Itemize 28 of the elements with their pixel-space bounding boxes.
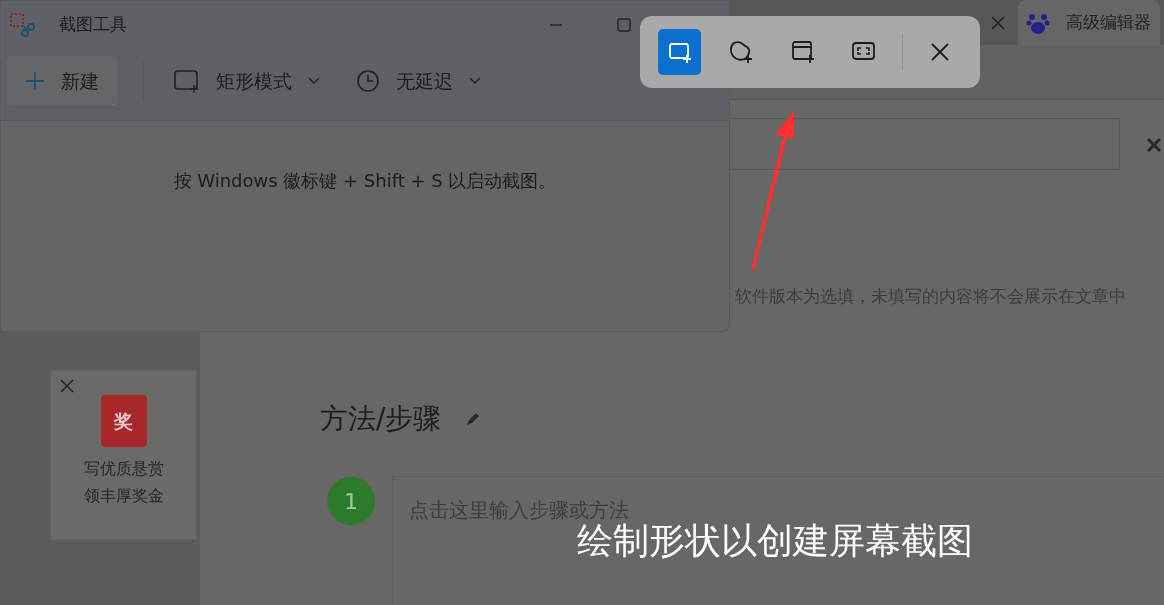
overlay-hint: 绘制形状以创建屏幕截图 xyxy=(577,520,973,563)
reward-text: 写优质悬赏 xyxy=(83,458,164,480)
rectangle-snip-icon xyxy=(174,69,200,93)
chevron-down-icon xyxy=(469,77,481,85)
instruction-text: 按 Windows 徽标键 + Shift + S 以启动截图。 xyxy=(173,168,557,193)
browser-tab[interactable]: 高级编辑器 xyxy=(1018,0,1160,45)
chevron-down-icon xyxy=(308,77,320,85)
close-icon[interactable] xyxy=(990,14,1006,31)
maximize-icon[interactable] xyxy=(617,18,631,32)
step-number: 1 xyxy=(327,477,375,525)
freeform-snip-icon xyxy=(728,39,755,65)
pencil-icon[interactable] xyxy=(465,411,482,427)
close-icon[interactable] xyxy=(1145,136,1163,154)
snip-mode-dropdown[interactable]: 矩形模式 xyxy=(168,66,326,96)
scissors-icon xyxy=(9,12,35,38)
delay-dropdown[interactable]: 无延迟 xyxy=(350,66,487,96)
section-title: 方法/步骤 xyxy=(320,401,442,437)
prize-envelope-icon: 奖 xyxy=(100,395,147,447)
clock-icon xyxy=(356,69,380,93)
window-snip-icon xyxy=(789,39,816,65)
close-icon[interactable] xyxy=(59,378,75,394)
rectangle-snip-button[interactable] xyxy=(658,29,702,75)
reward-text: 领丰厚奖金 xyxy=(83,485,164,507)
plus-icon xyxy=(25,71,45,91)
close-icon xyxy=(930,42,951,62)
new-button[interactable]: 新建 xyxy=(5,55,119,107)
window-title: 截图工具 xyxy=(59,13,128,37)
input-field[interactable] xyxy=(728,118,1120,170)
